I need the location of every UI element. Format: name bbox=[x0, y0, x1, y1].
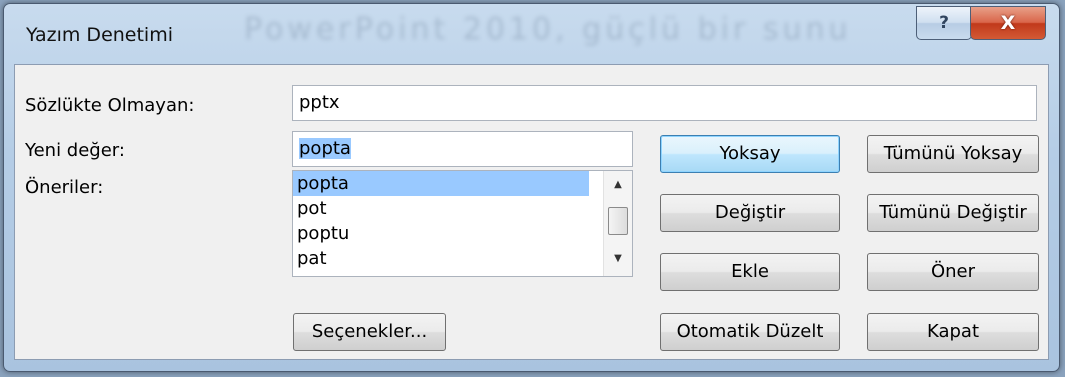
not-in-dictionary-field[interactable]: pptx bbox=[292, 85, 1037, 121]
suggest-button[interactable]: Öner bbox=[867, 253, 1039, 291]
autocorrect-button[interactable]: Otomatik Düzelt bbox=[660, 313, 840, 351]
list-item[interactable]: pot bbox=[293, 196, 589, 221]
scroll-thumb[interactable] bbox=[608, 207, 628, 235]
new-value-input[interactable]: popta bbox=[292, 131, 633, 167]
new-value-label: Yeni değer: bbox=[25, 140, 125, 161]
close-button[interactable]: Kapat bbox=[867, 313, 1039, 351]
dialog-body: Sözlükte Olmayan: pptx Yeni değer: popta… bbox=[14, 64, 1049, 360]
title-bar[interactable]: PowerPoint 2010, güçlü bir sunu Yazım De… bbox=[4, 4, 1059, 62]
change-button[interactable]: Değiştir bbox=[660, 194, 840, 232]
list-item[interactable]: poptu bbox=[293, 221, 589, 246]
add-button[interactable]: Ekle bbox=[660, 253, 840, 291]
ignore-all-button[interactable]: Tümünü Yoksay bbox=[867, 135, 1039, 173]
change-all-button[interactable]: Tümünü Değiştir bbox=[867, 194, 1039, 232]
dialog-title: Yazım Denetimi bbox=[26, 24, 173, 46]
scroll-down-icon[interactable]: ▼ bbox=[604, 253, 632, 264]
help-button[interactable]: ? bbox=[916, 6, 972, 40]
spelling-dialog: PowerPoint 2010, güçlü bir sunu Yazım De… bbox=[3, 3, 1060, 372]
options-button[interactable]: Seçenekler... bbox=[293, 313, 446, 351]
list-item[interactable]: pat bbox=[293, 246, 589, 271]
suggestions-list[interactable]: popta pot poptu pat ▲ ▼ bbox=[292, 170, 633, 277]
close-window-button[interactable]: X bbox=[970, 6, 1046, 40]
not-in-dictionary-label: Sözlükte Olmayan: bbox=[25, 95, 195, 116]
list-item[interactable]: popta bbox=[293, 171, 589, 196]
background-ghost-text: PowerPoint 2010, güçlü bir sunu bbox=[244, 12, 852, 47]
ignore-button[interactable]: Yoksay bbox=[660, 135, 840, 173]
suggestions-scrollbar[interactable]: ▲ ▼ bbox=[603, 171, 632, 276]
scroll-up-icon[interactable]: ▲ bbox=[604, 179, 632, 190]
new-value-text: popta bbox=[299, 138, 351, 159]
suggestions-label: Öneriler: bbox=[25, 177, 104, 198]
